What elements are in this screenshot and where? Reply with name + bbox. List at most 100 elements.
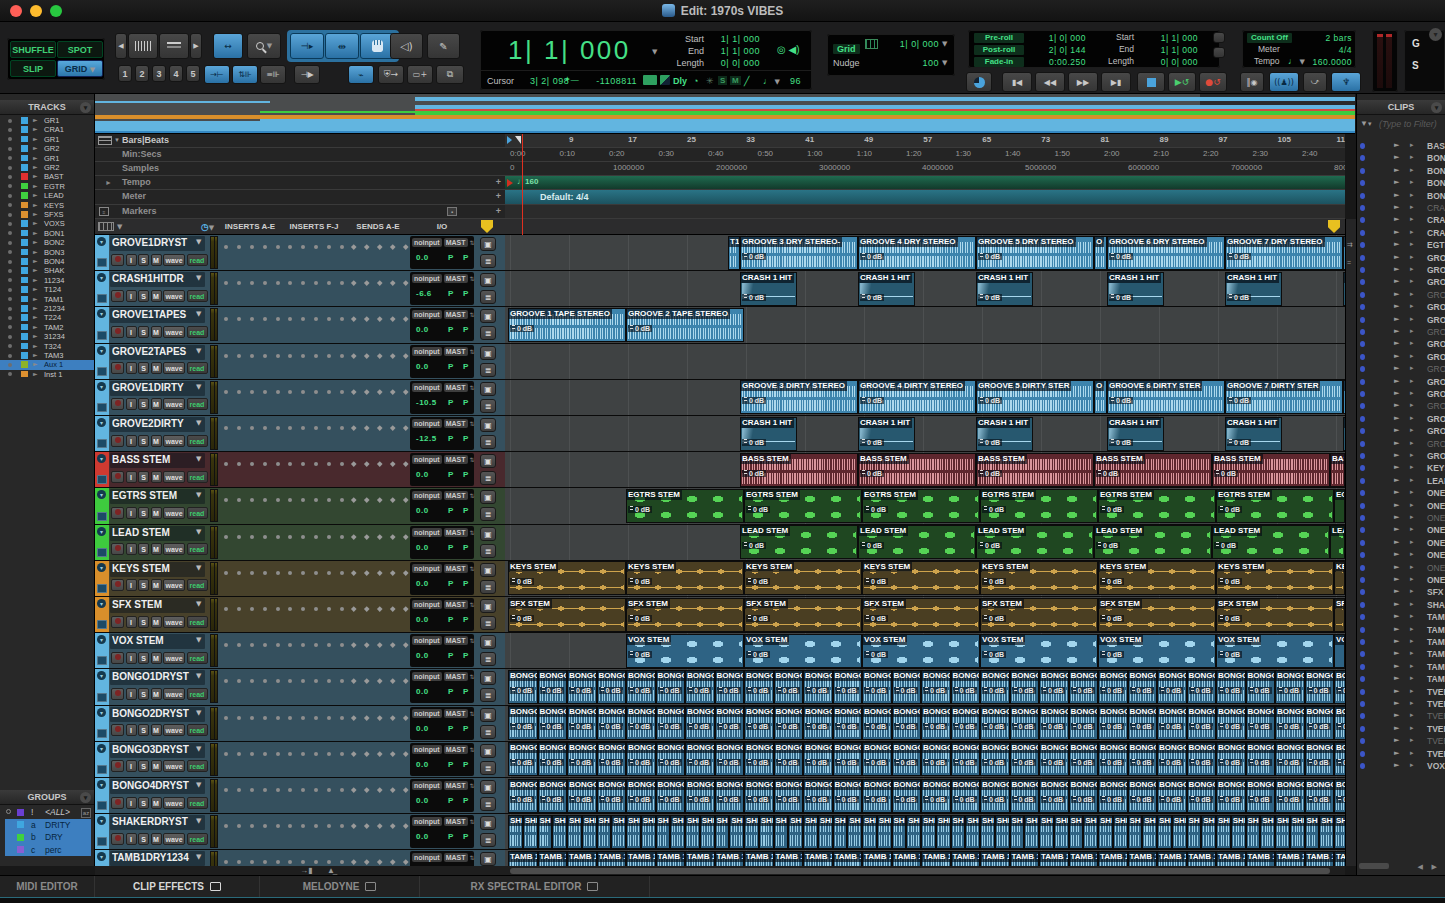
clip-gain-badge[interactable]: 0 dB xyxy=(628,687,652,694)
inserts-ae-slots[interactable] xyxy=(218,497,282,503)
tab-rx-spectral-editor[interactable]: RX SPECTRAL EDITOR xyxy=(420,876,650,897)
clip-expand-icon[interactable]: ▸ xyxy=(1410,166,1414,174)
audio-clip[interactable]: BONGO 1 DRY0 dB xyxy=(567,670,597,704)
audio-clip[interactable]: BONGO 4 DRY0 dB xyxy=(538,779,568,813)
track-collapse-icon[interactable]: ▾ xyxy=(97,454,106,463)
solo-button[interactable]: S xyxy=(138,543,149,555)
ruler-name[interactable]: Tempo xyxy=(122,177,151,187)
clip-list-name[interactable]: SFX STEM xyxy=(1427,587,1445,597)
clip-list-item[interactable]: ►▸TAMB1DRY1234 xyxy=(1357,636,1445,648)
clip-gain-badge[interactable]: 0 dB xyxy=(1218,578,1242,585)
inserts-ae-slots[interactable] xyxy=(218,823,282,829)
track-option-button-top[interactable]: ▣ xyxy=(480,490,496,504)
clip-gain-badge[interactable]: 0 dB xyxy=(1012,796,1036,803)
clips-filter-icon[interactable]: ▼▾ xyxy=(1360,119,1371,128)
clip-gain-badge[interactable]: 0 dB xyxy=(510,796,534,803)
track-name-dropdown[interactable]: ▼ xyxy=(196,817,201,825)
inserts-fj-slots[interactable] xyxy=(282,316,346,322)
audio-clip[interactable]: BONGO 4 DRY0 dB xyxy=(921,779,951,813)
track-collapse-icon[interactable]: ▾ xyxy=(97,309,106,318)
midi-merge-button[interactable]: ‖◉ xyxy=(1240,72,1264,92)
inserts-fj-slots[interactable] xyxy=(282,751,346,757)
audio-clip[interactable]: BONGO 4 DRY0 dB xyxy=(744,779,774,813)
audio-clip[interactable]: TAMB 1 DRY0 dB xyxy=(921,851,951,866)
waveform-zoom-button[interactable] xyxy=(128,33,158,59)
io-output[interactable]: MAST xyxy=(444,600,468,609)
record-enable-button[interactable] xyxy=(111,435,124,447)
clip-gain-badge[interactable]: 0 dB xyxy=(982,687,1006,694)
clip-list-item[interactable]: ►▸GROOVE 2 TAPE xyxy=(1357,264,1445,276)
audio-clip[interactable]: TAMB 1 DRY0 dB xyxy=(980,851,1010,866)
bars-ruler[interactable]: 91725334149576573818997105113 xyxy=(505,134,1345,148)
sidebar-track-item[interactable]: ►TAM1 xyxy=(0,294,94,304)
zoom-preset-2[interactable]: 2 xyxy=(135,65,149,82)
audio-clip[interactable]: BONGO 2 DRY0 dB xyxy=(1216,706,1246,740)
audio-clip[interactable]: BONGO 4 DRY0 dB xyxy=(862,779,892,813)
record-enable-button[interactable] xyxy=(111,326,124,338)
clip-gain-badge[interactable]: 0 dB xyxy=(1159,796,1183,803)
audio-clip[interactable]: BONGO 3 DRY0 dB xyxy=(951,742,981,776)
zoom-preset-5[interactable]: 5 xyxy=(186,65,200,82)
clip-play-icon[interactable]: ► xyxy=(1394,662,1399,670)
sidebar-track-item[interactable]: ►BON4 xyxy=(0,257,94,267)
track-list-name[interactable]: BON2 xyxy=(44,238,64,247)
audio-clip[interactable]: BONGO 4 DRY0 dB xyxy=(1157,779,1187,813)
inserts-fj-slots[interactable] xyxy=(282,678,346,684)
inserts-fj-slots[interactable] xyxy=(282,353,346,359)
inserts-fj-header[interactable]: INSERTS F-J xyxy=(282,222,346,231)
clip-play-icon[interactable]: ► xyxy=(1394,563,1399,571)
tempo-label[interactable]: Tempo xyxy=(1254,56,1280,66)
clip-gain-badge[interactable]: 0 dB xyxy=(628,578,652,585)
audio-clip[interactable]: BONGO 3 DRY0 dB xyxy=(597,742,627,776)
mute-button[interactable]: M xyxy=(151,760,162,772)
audio-clip[interactable]: SHKR0 dB xyxy=(567,815,582,849)
gutter-equal-icon[interactable]: = xyxy=(1347,259,1356,268)
track-list-name[interactable]: BON3 xyxy=(44,248,64,257)
clip-play-icon[interactable]: ► xyxy=(1394,302,1399,310)
sends-ae-slots[interactable] xyxy=(346,642,410,648)
track-list-name[interactable]: KEYS xyxy=(44,201,64,210)
clip-list-item[interactable]: ►▸TAMB 1 DRY xyxy=(1357,611,1445,623)
clip-expand-icon[interactable]: ▸ xyxy=(1410,563,1414,571)
clip-gain-badge[interactable]: 0 dB xyxy=(894,687,918,694)
audio-clip[interactable]: BASS STEM0 dB xyxy=(1094,453,1212,487)
shuffle-mode-button[interactable]: SHUFFLE xyxy=(10,41,56,58)
audio-clip[interactable]: TAMB 1 DRY0 dB xyxy=(1098,851,1128,866)
track-name-dropdown[interactable]: ▼ xyxy=(196,600,201,608)
clip-list-item[interactable]: ►▸EGTRS STEM xyxy=(1357,239,1445,251)
transport-option-top[interactable] xyxy=(1213,32,1225,43)
clip-list-name[interactable]: BASS STEM xyxy=(1427,141,1445,151)
clip-expand-icon[interactable]: ▸ xyxy=(1410,451,1414,459)
track-playlist-icon[interactable] xyxy=(97,801,107,810)
clip-expand-icon[interactable]: ▸ xyxy=(1410,439,1414,447)
audio-clip[interactable]: BONGO 1 DRY0 dB xyxy=(833,670,863,704)
clip-gain-badge[interactable]: 0 dB xyxy=(1100,723,1124,730)
audio-clip[interactable]: BONGO 1 DRY0 dB xyxy=(1246,670,1276,704)
audio-clip[interactable]: SFX STEM0 dB xyxy=(744,598,862,632)
track-lane[interactable]: BONGO 2 DRY0 dBBONGO 2 DRY0 dBBONGO 2 DR… xyxy=(505,706,1345,741)
audio-clip[interactable]: GROOVE 3 DRY STEREO-0 dB xyxy=(740,236,858,270)
clip-list-name[interactable]: BONGO 1 DRYST xyxy=(1427,153,1445,163)
audio-clip[interactable]: BASS STEM0 dB xyxy=(740,453,858,487)
clip-list-name[interactable]: GROOVE 7 DIRTY xyxy=(1427,426,1445,436)
clip-gain-badge[interactable]: 0 dB xyxy=(746,796,770,803)
audio-clip[interactable]: TAMB 1 DRY0 dB xyxy=(862,851,892,866)
audio-clip[interactable]: SHKR0 dB xyxy=(670,815,685,849)
audio-clip[interactable]: GROOVE 2 TAPE STEREO0 dB xyxy=(626,308,744,342)
clip-gain-badge[interactable]: 0 dB xyxy=(717,687,741,694)
clip-play-icon[interactable]: ► xyxy=(1394,699,1399,707)
clip-play-icon[interactable]: ► xyxy=(1394,166,1399,174)
io-output[interactable]: MAST xyxy=(444,455,468,464)
clip-list-item[interactable]: ►▸GROOVE 6 DRY- xyxy=(1357,413,1445,425)
clip-gain-badge[interactable]: 0 dB xyxy=(1218,759,1242,766)
mute-button[interactable]: M xyxy=(151,652,162,664)
track-show-dot[interactable] xyxy=(8,316,12,320)
clip-list-name[interactable]: BONGO 4 DRYST xyxy=(1427,191,1445,201)
automation-mode-button[interactable]: read xyxy=(187,652,208,664)
clip-list-name[interactable]: LEAD STEM xyxy=(1427,476,1445,486)
track-name[interactable]: BONGO4DRYST xyxy=(112,780,204,793)
audio-clip[interactable]: BONGO 4 DRY0 dB xyxy=(1010,779,1040,813)
clip-gain-badge[interactable]: 0 dB xyxy=(894,796,918,803)
audio-clip[interactable]: BONGO 4 DRY0 dB xyxy=(1216,779,1246,813)
clip-expand-icon[interactable]: ▸ xyxy=(1410,625,1414,633)
